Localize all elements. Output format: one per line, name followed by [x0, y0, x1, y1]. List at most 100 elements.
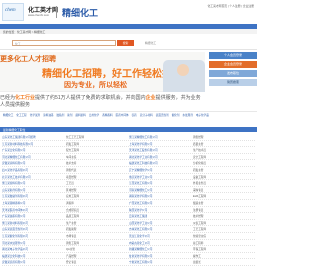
job-company-right[interactable]: 吉林某化工有限公司 — [129, 227, 191, 231]
job-company-left[interactable]: 江苏某新材料科技有限公司 — [2, 142, 64, 146]
job-company-left[interactable]: 山东某化工集团有限公司招聘 — [2, 135, 64, 139]
job-company-right[interactable]: 内蒙古某化工公司 — [129, 241, 191, 245]
job-company-right[interactable]: 重庆某化学工业公司 — [129, 175, 191, 179]
job-company-right[interactable]: 黑龙江某化学公司 — [129, 234, 191, 238]
search-input[interactable]: 化工 — [12, 40, 116, 46]
job-company-left[interactable]: 天津某医药中间体公司 — [2, 208, 64, 212]
job-title-right[interactable]: 销售经理 — [193, 135, 255, 139]
job-company-left[interactable]: 湖北某电子化学品公司 — [2, 247, 64, 251]
job-title-left[interactable]: 调香师 — [66, 201, 122, 205]
job-title-right[interactable]: 技术经理 — [193, 214, 255, 218]
job-title-left[interactable]: 销售工程师 — [66, 241, 122, 245]
company-login-button[interactable]: 企业会员登录 — [209, 61, 257, 68]
job-title-right[interactable]: 储运主管 — [193, 201, 255, 205]
job-company-right[interactable]: 陕西某化学公司 — [129, 208, 191, 212]
category-tag[interactable]: 电子化学品 — [196, 114, 209, 117]
job-company-right[interactable]: 浙江某精细化工有限公司 — [129, 135, 191, 139]
job-company-left[interactable]: 福建某日化科技公司 — [2, 254, 64, 258]
category-tag[interactable]: 涂料油墨 — [43, 114, 53, 117]
job-title-right[interactable]: 化验室主任 — [193, 234, 255, 238]
category-tag[interactable]: 化学试剂 — [30, 114, 40, 117]
job-company-right[interactable]: 甘肃某化学有限公司 — [129, 254, 191, 258]
job-title-left[interactable]: 合成研究员 — [66, 208, 122, 212]
category-tag[interactable]: 医药中间体 — [116, 114, 129, 117]
job-title-right[interactable]: EHS工程师 — [193, 194, 255, 198]
job-title-right[interactable]: 仪表工程师 — [193, 221, 255, 225]
job-title-left[interactable]: 销售代表 — [66, 168, 122, 172]
search-button[interactable]: 搜索 — [117, 40, 134, 46]
job-company-left[interactable]: 广东某日化有限公司 — [2, 148, 64, 152]
job-company-right[interactable]: 辽宁某精细化学公司 — [129, 168, 191, 172]
job-title-right[interactable]: 分析化验员 — [193, 161, 255, 165]
job-title-right[interactable]: 工艺工程师 — [193, 227, 255, 231]
job-company-right[interactable]: 福建某化工科技有限公司 — [129, 161, 191, 165]
job-company-right[interactable]: 湖北某化学工业有限公司 — [129, 155, 191, 159]
job-title-left[interactable]: 产品经理 — [66, 254, 122, 258]
job-title-right[interactable]: 外贸业务员 — [193, 181, 255, 185]
job-title-left[interactable]: 区域经理 — [66, 188, 122, 192]
job-title-right[interactable]: 注册专员 — [193, 208, 255, 212]
job-title-left[interactable]: 登记专员 — [66, 260, 122, 264]
job-title-left[interactable]: 市场专员 — [66, 234, 122, 238]
job-company-right[interactable]: 宁夏某化工有限公司 — [129, 260, 191, 264]
job-company-left[interactable]: 广东某油墨有限公司 — [2, 214, 64, 218]
job-title-right[interactable]: 设备工程师 — [193, 175, 255, 179]
job-company-left[interactable]: 上海某香精香料公司 — [2, 201, 64, 205]
job-title-right[interactable]: 班组长 — [193, 260, 255, 264]
job-company-left[interactable]: 浙江某新材料有限公司 — [2, 221, 64, 225]
job-company-left[interactable]: 四川某化学品有限公司 — [2, 168, 64, 172]
personal-login-button[interactable]: 个人会员登录 — [209, 52, 257, 59]
job-company-left[interactable]: 江苏某催化剂有限公司 — [2, 234, 64, 238]
job-title-left[interactable]: 化工工艺工程师 — [66, 135, 122, 139]
job-title-right[interactable]: 环保工程师 — [193, 247, 255, 251]
job-company-right[interactable]: 广西某化工有限公司 — [129, 201, 191, 205]
job-title-right[interactable]: 生产技术员 — [193, 148, 255, 152]
category-tag[interactable]: 催化剂 — [172, 114, 180, 117]
site-logo[interactable]: chem — [2, 3, 24, 21]
job-company-left[interactable]: 山东某助剂有限公司 — [2, 188, 64, 192]
top-links[interactable]: 化工英才网首页 | 个人注册 | 企业注册 — [207, 4, 254, 8]
job-company-right[interactable]: 湖南某化学有限公司 — [129, 194, 191, 198]
job-title-left[interactable]: 工艺员 — [66, 181, 122, 185]
job-title-left[interactable]: 配方工程师 — [66, 148, 122, 152]
job-title-right[interactable]: 采购专员 — [193, 188, 255, 192]
job-title-left[interactable]: 研发工程师 — [66, 142, 122, 146]
category-tag[interactable]: 颜料染料 — [75, 114, 85, 117]
job-title-left[interactable]: 项目经理 — [66, 175, 122, 179]
category-tag[interactable]: 水处理剂 — [182, 114, 192, 117]
post-job-button[interactable]: 发布职位 — [209, 70, 257, 77]
category-tag[interactable]: 农药 — [132, 114, 137, 117]
category-tag[interactable]: 高分子材料 — [140, 114, 153, 117]
job-company-right[interactable]: 江西某化工有限公司 — [129, 181, 191, 185]
category-tag[interactable]: 胶粘剂 — [57, 114, 65, 117]
job-title-left[interactable]: 研发助理 — [66, 227, 122, 231]
job-title-left[interactable]: 技术支持 — [66, 161, 122, 165]
promo-banner[interactable]: 更多化工人才招聘 精细化工招聘，好工作轻松找 因为专业，所以轻松 — [0, 52, 205, 92]
category-tag[interactable]: 精细化工 — [3, 114, 13, 117]
job-title-right[interactable]: 操作工 — [193, 254, 255, 258]
job-company-right[interactable]: 新疆某精细化工公司 — [129, 247, 191, 251]
job-company-left[interactable]: 北京某化工技术有限公司 — [2, 175, 64, 179]
category-tag[interactable]: 日用化学 — [89, 114, 99, 117]
job-company-left[interactable]: 安徽某农药有限公司 — [2, 260, 64, 264]
job-company-left[interactable]: 江苏某胶粘剂有限公司 — [2, 194, 64, 198]
job-title-right[interactable]: 安全工程师 — [193, 155, 255, 159]
job-title-left[interactable]: 车间主任 — [66, 155, 122, 159]
category-tag[interactable]: 表面活性剂 — [156, 114, 169, 117]
job-title-right[interactable]: 质量主管 — [193, 142, 255, 146]
job-title-left[interactable]: 生产主管 — [66, 221, 122, 225]
job-company-left[interactable]: 河北某精细化工有限公司 — [2, 155, 64, 159]
job-company-right[interactable]: 山西某化学工业公司 — [129, 221, 191, 225]
category-tag[interactable]: 助剂 — [67, 114, 72, 117]
job-company-left[interactable]: 山东某表面活性剂公司 — [2, 227, 64, 231]
job-company-right[interactable]: 上海某化学有限公司 — [129, 142, 191, 146]
category-tag[interactable]: 化工工程 — [16, 114, 26, 117]
job-company-right[interactable]: 河南某精细化工公司 — [129, 188, 191, 192]
job-title-left[interactable]: 品质工程师 — [66, 214, 122, 218]
job-title-left[interactable]: QA主管 — [66, 247, 122, 251]
resume-search-button[interactable]: 简历搜索 — [209, 79, 257, 86]
job-company-left[interactable]: 河北某水处理剂公司 — [2, 241, 64, 245]
job-company-right[interactable]: 云南某化工集团 — [129, 214, 191, 218]
job-company-left[interactable]: 浙江某染料有限公司 — [2, 181, 64, 185]
category-tag[interactable]: 香精香料 — [102, 114, 112, 117]
